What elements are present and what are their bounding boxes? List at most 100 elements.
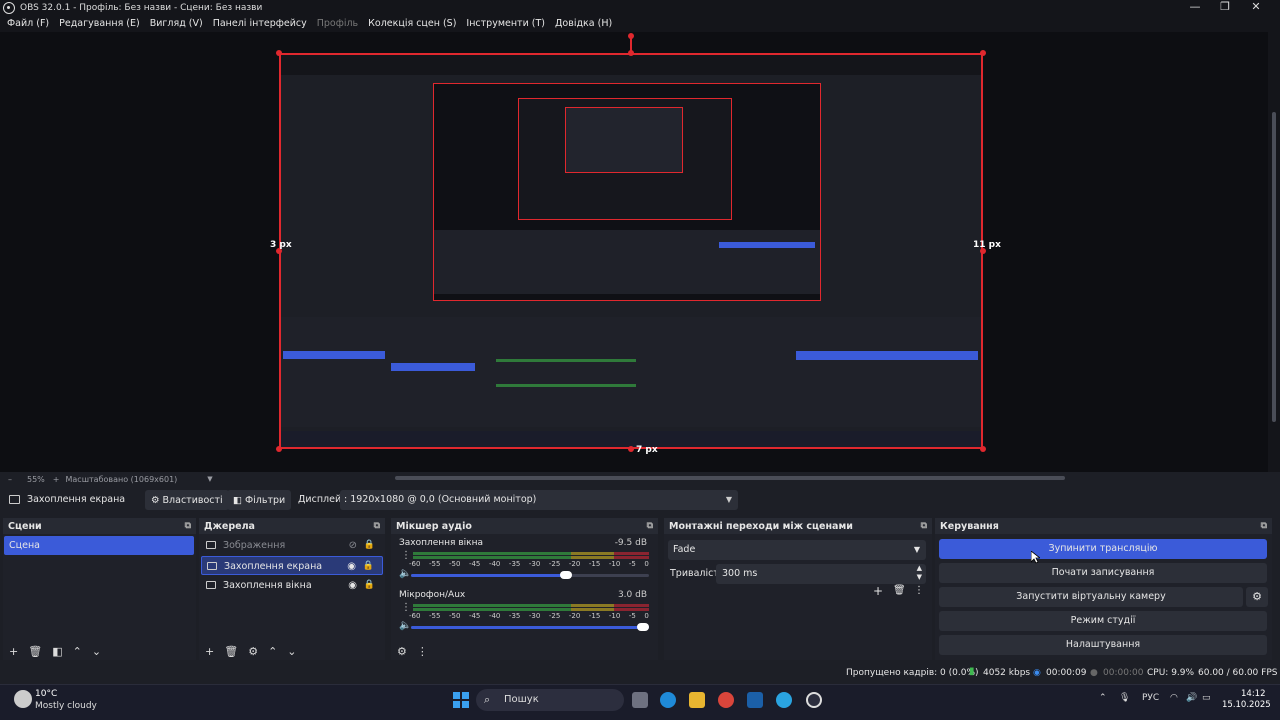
- more-options-icon[interactable]: ⋮: [417, 645, 428, 658]
- volume-knob[interactable]: [559, 571, 572, 579]
- source-item-display-capture[interactable]: Захоплення екрана ◉ 🔒: [201, 556, 383, 575]
- eye-icon[interactable]: ◉: [347, 557, 356, 576]
- menu-scene-collection[interactable]: Колекція сцен (S): [368, 18, 456, 29]
- volume-icon[interactable]: 🔊: [1186, 693, 1197, 703]
- stop-stream-button[interactable]: Зупинити трансляцію: [939, 539, 1267, 559]
- zoom-out-icon[interactable]: –: [8, 475, 12, 484]
- preview-horizontal-scrollbar[interactable]: [395, 476, 1065, 480]
- add-icon[interactable]: +: [873, 584, 883, 598]
- search-placeholder: Пошук: [504, 694, 539, 705]
- taskbar-search[interactable]: ⌕ Пошук: [476, 689, 624, 711]
- resize-handle-top[interactable]: [628, 50, 634, 56]
- undock-icon[interactable]: ⧉: [374, 521, 380, 531]
- wifi-icon[interactable]: ◠: [1170, 693, 1178, 703]
- scrollbar-thumb[interactable]: [1272, 112, 1276, 422]
- menu-tools[interactable]: Інструменти (T): [466, 18, 545, 29]
- language-indicator[interactable]: РУС: [1142, 693, 1159, 703]
- image-icon: [206, 541, 216, 549]
- zoom-dropdown-icon[interactable]: ▼: [207, 475, 212, 483]
- move-up-icon[interactable]: ⌃: [73, 645, 82, 658]
- clock-date[interactable]: 15.10.2025: [1222, 700, 1271, 710]
- resize-handle-top-left[interactable]: [276, 50, 282, 56]
- transition-select[interactable]: Fade ▼: [668, 540, 926, 560]
- lock-icon[interactable]: 🔒: [363, 557, 374, 576]
- windows-taskbar: 10°C Mostly cloudy ⌕ Пошук ⌃ 🎙 РУС ◠ 🔊 ▭…: [0, 684, 1280, 720]
- menu-docks[interactable]: Панелі інтерфейсу: [213, 18, 307, 29]
- file-explorer-icon[interactable]: [689, 692, 705, 708]
- microphone-icon[interactable]: 🎙: [1119, 693, 1130, 703]
- source-item-image[interactable]: Зображення ⊘ 🔒: [201, 536, 383, 555]
- spin-arrows-icon[interactable]: ▲ ▼: [917, 564, 922, 582]
- more-options-icon[interactable]: ⋮: [914, 585, 924, 596]
- scene-filter-icon[interactable]: ◧: [52, 645, 62, 658]
- menu-edit[interactable]: Редагування (E): [59, 18, 140, 29]
- advanced-audio-icon[interactable]: ⚙: [397, 645, 407, 658]
- top-guide-handle[interactable]: [628, 33, 634, 39]
- zoom-in-icon[interactable]: +: [53, 475, 60, 484]
- resize-handle-top-right[interactable]: [980, 50, 986, 56]
- speaker-icon[interactable]: 🔈: [399, 568, 411, 579]
- edge-browser-icon[interactable]: [660, 692, 676, 708]
- eye-hidden-icon[interactable]: ⊘: [349, 536, 357, 555]
- settings-button[interactable]: Налаштування: [939, 635, 1267, 655]
- source-item-window-capture[interactable]: Захоплення вікна ◉ 🔒: [201, 576, 383, 595]
- filters-button[interactable]: ◧ Фільтри: [227, 490, 292, 510]
- move-up-icon[interactable]: ⌃: [268, 645, 277, 658]
- volume-slider[interactable]: [411, 571, 649, 579]
- sources-dock-title: Джерела: [204, 520, 255, 532]
- menu-view[interactable]: Вигляд (V): [150, 18, 203, 29]
- obs-taskbar-icon[interactable]: [806, 692, 822, 708]
- add-icon[interactable]: +: [9, 645, 18, 658]
- captured-inner-frame: [433, 83, 821, 301]
- trash-icon[interactable]: 🗑: [893, 585, 906, 596]
- undock-icon[interactable]: ⧉: [647, 521, 653, 531]
- steam-icon[interactable]: [747, 692, 763, 708]
- start-recording-button[interactable]: Почати записування: [939, 563, 1267, 583]
- menu-profile[interactable]: Профіль: [317, 18, 358, 29]
- resize-handle-bottom[interactable]: [628, 446, 634, 452]
- close-button[interactable]: ✕: [1241, 0, 1271, 15]
- selected-source-frame[interactable]: [279, 53, 983, 449]
- virtual-camera-settings-gear-icon[interactable]: ⚙: [1246, 587, 1268, 607]
- preview-vertical-scrollbar[interactable]: [1268, 32, 1280, 472]
- undock-icon[interactable]: ⧉: [185, 521, 191, 531]
- resize-handle-bottom-left[interactable]: [276, 446, 282, 452]
- resize-handle-bottom-right[interactable]: [980, 446, 986, 452]
- properties-button[interactable]: ⚙ Властивості: [145, 490, 229, 510]
- task-view-icon[interactable]: [632, 692, 648, 708]
- move-down-icon[interactable]: ⌄: [287, 645, 296, 658]
- undock-icon[interactable]: ⧉: [921, 521, 927, 531]
- maximize-button[interactable]: ❐: [1210, 0, 1240, 15]
- volume-slider[interactable]: [411, 623, 649, 631]
- battery-icon[interactable]: ▭: [1202, 693, 1211, 703]
- add-icon[interactable]: +: [205, 645, 214, 658]
- trash-icon[interactable]: 🗑: [224, 645, 238, 658]
- volume-knob[interactable]: [637, 623, 649, 631]
- minimize-button[interactable]: —: [1180, 0, 1210, 15]
- lock-icon[interactable]: 🔒: [364, 536, 375, 555]
- scenes-dock-title: Сцени: [8, 520, 42, 532]
- speaker-icon[interactable]: 🔈: [399, 620, 411, 631]
- start-virtual-camera-button[interactable]: Запустити віртуальну камеру: [939, 587, 1243, 607]
- cloud-icon[interactable]: [14, 690, 32, 708]
- duration-field[interactable]: 300 ms ▲ ▼: [716, 564, 926, 584]
- studio-mode-button[interactable]: Режим студії: [939, 611, 1267, 631]
- gear-icon[interactable]: ⚙: [248, 645, 258, 658]
- chrome-icon[interactable]: [718, 692, 734, 708]
- display-select[interactable]: : 1920x1080 @ 0,0 (Основний монітор) ▼: [340, 490, 738, 510]
- chevron-up-icon[interactable]: ⌃: [1099, 693, 1107, 703]
- move-down-icon[interactable]: ⌄: [92, 645, 101, 658]
- scenes-toolbar: + 🗑 ◧ ⌃ ⌄: [3, 642, 196, 660]
- lock-icon[interactable]: 🔒: [364, 576, 375, 595]
- undock-icon[interactable]: ⧉: [1261, 521, 1267, 531]
- level-meter: [413, 604, 649, 607]
- menu-help[interactable]: Довідка (H): [555, 18, 612, 29]
- gear-icon: ⚙: [151, 494, 160, 506]
- scene-item[interactable]: Сцена: [4, 536, 194, 555]
- eye-icon[interactable]: ◉: [348, 576, 357, 595]
- menu-file[interactable]: Файл (F): [7, 18, 49, 29]
- telegram-icon[interactable]: [776, 692, 792, 708]
- clock-time[interactable]: 14:12: [1241, 689, 1266, 699]
- windows-start-icon[interactable]: [453, 692, 469, 708]
- trash-icon[interactable]: 🗑: [28, 645, 42, 658]
